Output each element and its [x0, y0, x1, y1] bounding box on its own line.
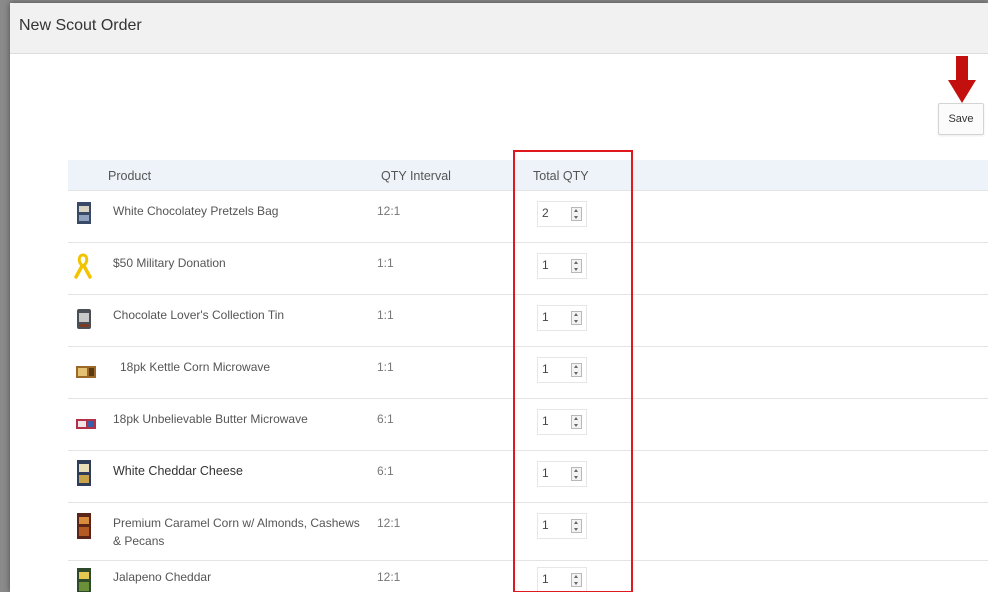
column-header-qty-interval: QTY Interval	[381, 169, 451, 183]
order-window: New Scout Order Save Product QTY Interva…	[10, 3, 988, 592]
qty-interval: 12:1	[377, 516, 401, 530]
quantity-value: 1	[542, 362, 549, 376]
butter-popcorn-box-icon	[76, 419, 96, 429]
quantity-stepper[interactable]: 1	[537, 513, 587, 539]
quantity-value: 1	[542, 310, 549, 324]
spinner-arrows-icon[interactable]	[571, 415, 582, 429]
table-row: $50 Military Donation 1:1 1	[68, 242, 988, 295]
table-row: White Cheddar Cheese 6:1 1	[68, 450, 988, 503]
white-cheddar-bag-icon	[77, 460, 91, 486]
table-header: Product QTY Interval Total QTY	[68, 160, 988, 190]
product-name: 18pk Unbelievable Butter Microwave	[113, 412, 308, 426]
save-button[interactable]: Save	[938, 103, 984, 135]
quantity-value: 1	[542, 258, 549, 272]
qty-interval: 12:1	[377, 570, 401, 584]
product-name: $50 Military Donation	[113, 256, 226, 270]
quantity-stepper[interactable]: 1	[537, 253, 587, 279]
product-name: Premium Caramel Corn w/ Almonds, Cashews…	[113, 516, 360, 548]
product-name: White Chocolatey Pretzels Bag	[113, 204, 279, 218]
quantity-stepper[interactable]: 1	[537, 305, 587, 331]
spinner-arrows-icon[interactable]	[571, 519, 582, 533]
jalapeno-cheddar-bag-icon	[77, 568, 91, 592]
spinner-arrows-icon[interactable]	[571, 259, 582, 273]
yellow-ribbon-icon	[74, 253, 92, 279]
quantity-value: 1	[542, 518, 549, 532]
window-title: New Scout Order	[19, 17, 142, 34]
table-row: White Chocolatey Pretzels Bag 12:1 2	[68, 190, 988, 243]
product-name: Chocolate Lover's Collection Tin	[113, 308, 285, 322]
qty-interval: 1:1	[377, 256, 394, 270]
spinner-arrows-icon[interactable]	[571, 311, 582, 325]
caramel-corn-bag-icon	[77, 513, 91, 539]
table-row: Premium Caramel Corn w/ Almonds, Cashews…	[68, 502, 988, 561]
quantity-stepper[interactable]: 1	[537, 567, 587, 592]
down-arrow-annotation	[948, 56, 976, 103]
spinner-arrows-icon[interactable]	[571, 363, 582, 377]
table-row: Chocolate Lover's Collection Tin 1:1 1	[68, 294, 988, 347]
table-row: 18pk Unbelievable Butter Microwave 6:1 1	[68, 398, 988, 451]
qty-interval: 6:1	[377, 464, 394, 478]
quantity-value: 1	[542, 572, 549, 586]
quantity-value: 2	[542, 206, 549, 220]
product-name: Jalapeno Cheddar	[113, 570, 212, 584]
quantity-value: 1	[542, 414, 549, 428]
spinner-arrows-icon[interactable]	[571, 467, 582, 481]
quantity-stepper[interactable]: 1	[537, 461, 587, 487]
product-name: 18pk Kettle Corn Microwave	[120, 360, 271, 374]
qty-interval: 6:1	[377, 412, 394, 426]
column-header-product: Product	[108, 169, 152, 183]
title-bar: New Scout Order	[10, 3, 988, 54]
table-row: Jalapeno Cheddar 12:1 1	[68, 560, 988, 592]
chocolate-tin-icon	[77, 309, 91, 329]
product-name: White Cheddar Cheese	[113, 464, 243, 478]
quantity-stepper[interactable]: 1	[537, 357, 587, 383]
quantity-value: 1	[542, 466, 549, 480]
kettle-corn-box-icon	[76, 366, 96, 378]
qty-interval: 1:1	[377, 308, 394, 322]
column-header-total-qty: Total QTY	[533, 169, 589, 183]
quantity-stepper[interactable]: 2	[537, 201, 587, 227]
qty-interval: 12:1	[377, 204, 401, 218]
spinner-arrows-icon[interactable]	[571, 573, 582, 587]
qty-interval: 1:1	[377, 360, 394, 374]
quantity-stepper[interactable]: 1	[537, 409, 587, 435]
table-row: 18pk Kettle Corn Microwave 1:1 1	[68, 346, 988, 399]
spinner-arrows-icon[interactable]	[571, 207, 582, 221]
pretzel-bag-icon	[77, 202, 91, 224]
